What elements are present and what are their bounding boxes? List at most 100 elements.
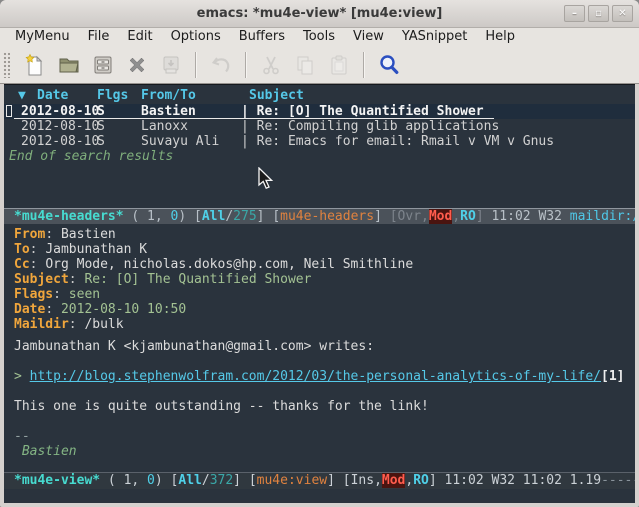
- row-from: Suvayu Ali: [141, 134, 219, 149]
- row-from: Bastien: [141, 104, 196, 119]
- comma: ,: [452, 209, 460, 224]
- menu-help[interactable]: Help: [476, 28, 524, 46]
- modeline-time: 11:02 W32: [491, 209, 569, 224]
- major-mode: mu4e-headers: [280, 209, 374, 224]
- bracket: [: [272, 209, 280, 224]
- modeline-position-close: ): [155, 473, 171, 488]
- colon: :: [45, 302, 61, 317]
- bracket: ]: [429, 473, 445, 488]
- mu4e-view-modeline: *mu4e-view* ( 1, 0) [All/372] [mu4e:view…: [4, 472, 635, 489]
- message-count: 275: [233, 209, 256, 224]
- cut-icon[interactable]: [258, 52, 284, 78]
- fringe-marker-icon: [6, 105, 12, 117]
- subject-value: Re: [O] The Quantified Shower: [84, 272, 311, 287]
- undo-icon[interactable]: [208, 52, 234, 78]
- mu4e-headers-window: ▼ Date Flgs From/To Subject 2012-08-10 S…: [4, 85, 635, 208]
- close-icon[interactable]: ✕: [612, 5, 633, 22]
- copy-icon[interactable]: [292, 52, 318, 78]
- table-row-selected[interactable]: 2012-08-10 S Bastien | Re: [O] The Quant…: [4, 104, 635, 119]
- toolbar-separator: [363, 52, 365, 78]
- menu-tools[interactable]: Tools: [294, 28, 344, 46]
- body-link[interactable]: http://blog.stephenwolfram.com/2012/03/t…: [30, 369, 601, 384]
- column-from[interactable]: From/To: [141, 88, 196, 103]
- column-date[interactable]: Date: [37, 88, 68, 103]
- tool-bar: [0, 46, 639, 84]
- bracket: [: [249, 473, 257, 488]
- quote-mark: >: [14, 369, 30, 384]
- open-folder-icon[interactable]: [56, 52, 82, 78]
- from-value: Bastien: [61, 227, 116, 242]
- bracket: ]: [476, 209, 492, 224]
- menu-edit[interactable]: Edit: [118, 28, 161, 46]
- title-bar[interactable]: emacs: *mu4e-view* [mu4e:view] – ▫ ✕: [0, 0, 639, 28]
- maildir-label: Maildir: [14, 317, 69, 332]
- major-mode: mu4e:view: [257, 473, 327, 488]
- table-row[interactable]: 2012-08-10 S Suvayu Ali | Re: Emacs for …: [4, 134, 635, 149]
- modeline-time: 11:02 W32 11:02 1.19: [445, 473, 602, 488]
- new-file-icon[interactable]: [22, 52, 48, 78]
- maximize-icon[interactable]: ▫: [588, 5, 609, 22]
- date-label: Date: [14, 302, 45, 317]
- buffer-name: *mu4e-view*: [14, 473, 100, 488]
- to-label: To: [14, 242, 30, 257]
- message-body: Jambunathan K <kjambunathan@gmail.com> w…: [14, 339, 625, 459]
- date-value: 2012-08-10 10:50: [61, 302, 186, 317]
- buffer-flags: [Ovr,: [390, 209, 429, 224]
- bracket: ]: [233, 473, 249, 488]
- modeline-position: ( 1,: [100, 473, 139, 488]
- footnote-ref[interactable]: [1]: [601, 369, 624, 384]
- menu-mymenu[interactable]: MyMenu: [6, 28, 79, 46]
- menu-options[interactable]: Options: [162, 28, 230, 46]
- colon: :: [69, 317, 85, 332]
- row-from: Lanoxx: [141, 119, 188, 134]
- modeline-position-zero: 0: [163, 209, 179, 224]
- flags-label: Flags: [14, 287, 53, 302]
- row-date: 2012-08-10: [21, 104, 99, 119]
- row-date: 2012-08-10: [21, 119, 99, 134]
- modeline-position: ( 1,: [124, 209, 163, 224]
- row-date: 2012-08-10: [21, 134, 99, 149]
- echo-area[interactable]: [4, 489, 635, 503]
- colon: :: [45, 227, 61, 242]
- toolbar-drag-handle[interactable]: [3, 52, 10, 78]
- close-buffer-icon[interactable]: [124, 52, 150, 78]
- cc-label: Cc: [14, 257, 30, 272]
- from-label: From: [14, 227, 45, 242]
- column-subject[interactable]: Subject: [249, 88, 304, 103]
- sort-arrow-icon[interactable]: ▼: [18, 88, 26, 103]
- subject-label: Subject: [14, 272, 69, 287]
- readonly-flag: RO: [460, 209, 476, 224]
- minimize-icon[interactable]: –: [564, 5, 585, 22]
- body-intro: Jambunathan K <kjambunathan@gmail.com> w…: [14, 339, 374, 354]
- bracket: [: [194, 209, 202, 224]
- row-flags: S: [97, 119, 105, 134]
- maildir-indicator: maildir:/bulk: [570, 209, 635, 224]
- menu-buffers[interactable]: Buffers: [230, 28, 294, 46]
- modeline-position-zero: 0: [139, 473, 155, 488]
- table-row[interactable]: 2012-08-10 S Lanoxx | Re: Compiling glib…: [4, 119, 635, 134]
- mouse-cursor-icon: [257, 167, 275, 191]
- body-comment: This one is quite outstanding -- thanks …: [14, 399, 429, 414]
- save-icon[interactable]: [90, 52, 116, 78]
- emacs-frame: ▼ Date Flgs From/To Subject 2012-08-10 S…: [4, 84, 635, 503]
- row-flags: S: [97, 104, 105, 119]
- search-icon[interactable]: [376, 52, 402, 78]
- mu4e-headers-modeline: *mu4e-headers* ( 1, 0) [All/275] [mu4e-h…: [4, 208, 635, 224]
- menu-yasnippet[interactable]: YASnippet: [393, 28, 477, 46]
- buffer-flags: [Ins,: [343, 473, 382, 488]
- modified-flag: Mod: [382, 473, 405, 488]
- save-as-icon[interactable]: [158, 52, 184, 78]
- paste-icon[interactable]: [326, 52, 352, 78]
- menu-view[interactable]: View: [344, 28, 393, 46]
- mu4e-view-window: From: Bastien To: Jambunathan K Cc: Org …: [4, 224, 635, 472]
- column-flags[interactable]: Flgs: [97, 88, 128, 103]
- filter-all: All: [202, 209, 225, 224]
- colon: :: [30, 242, 46, 257]
- filter-all: All: [178, 473, 201, 488]
- slash: /: [202, 473, 210, 488]
- message-headers: From: Bastien To: Jambunathan K Cc: Org …: [14, 227, 413, 332]
- menu-file[interactable]: File: [79, 28, 119, 46]
- row-flags: S: [97, 134, 105, 149]
- row-subject: | Re: Compiling glib applications: [241, 119, 499, 134]
- maildir-value: /bulk: [84, 317, 123, 332]
